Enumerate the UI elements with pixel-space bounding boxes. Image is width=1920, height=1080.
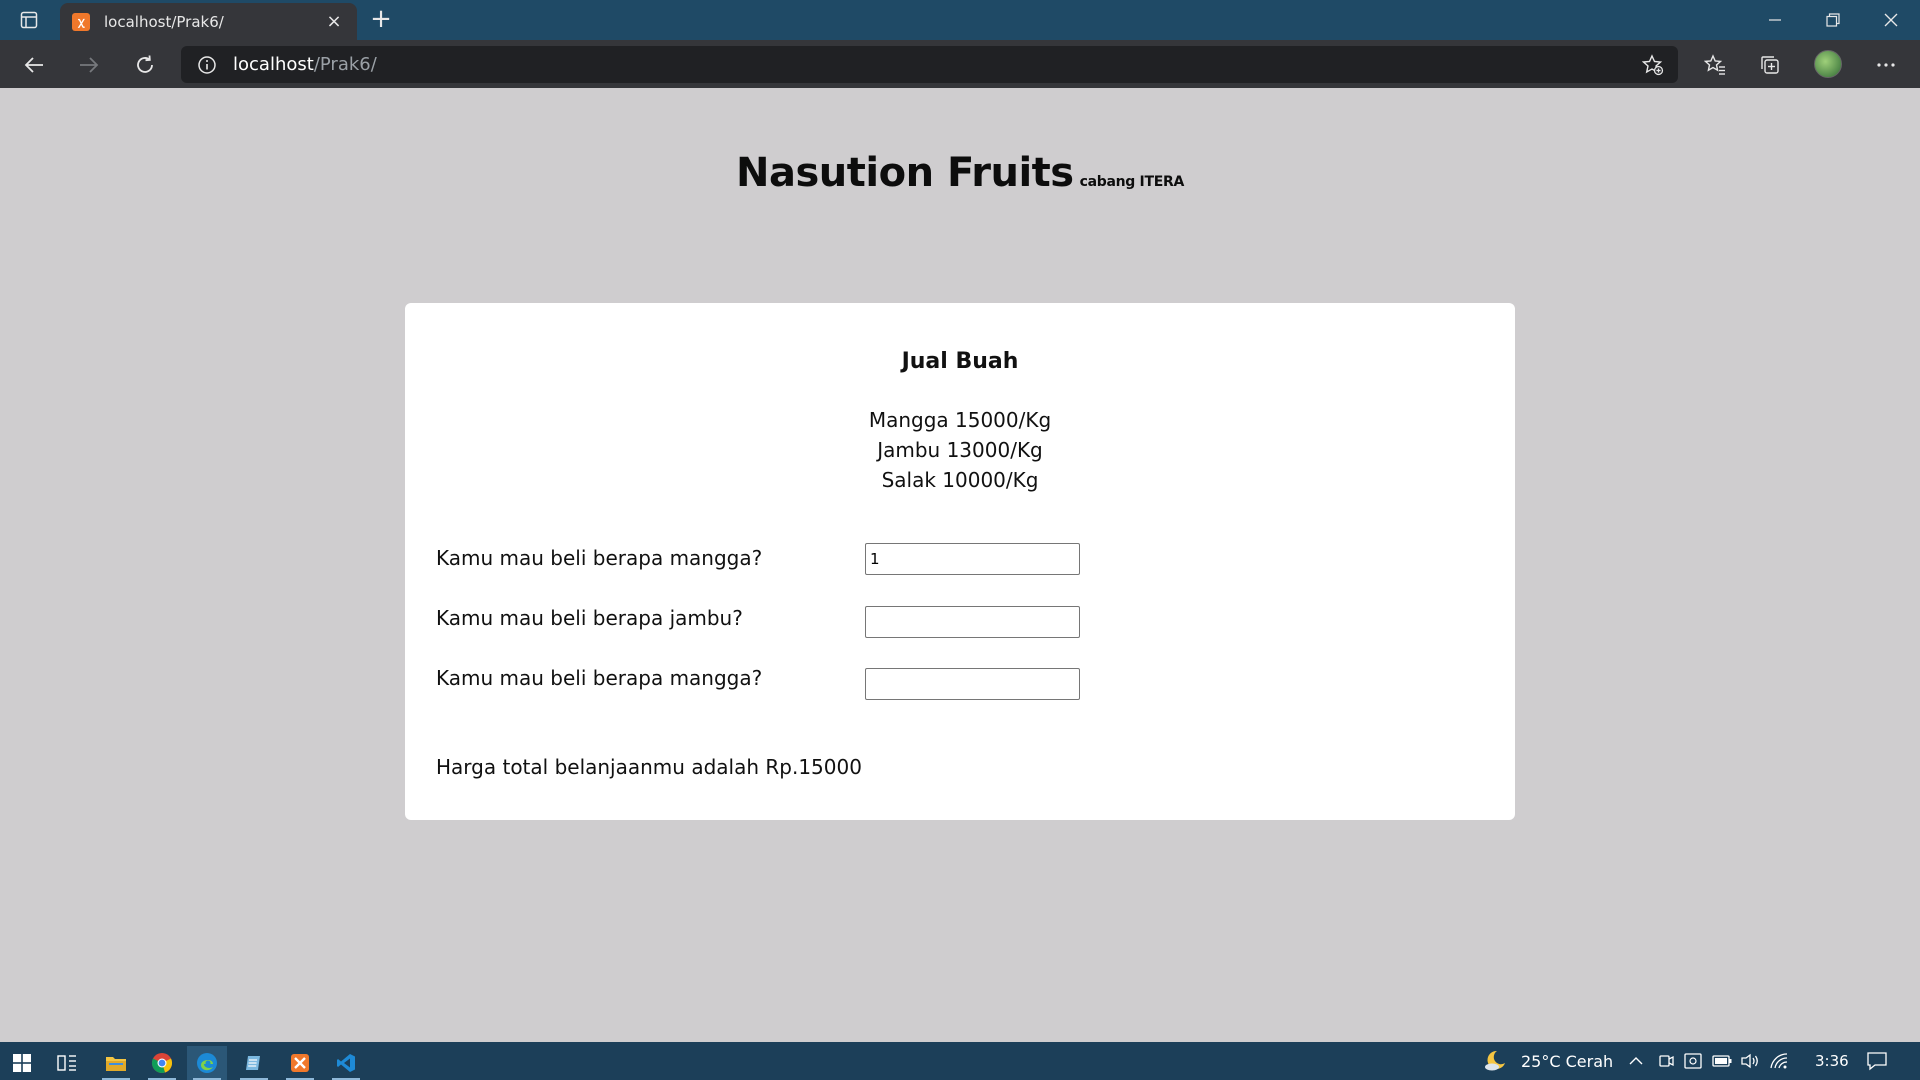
price-item-jambu: Jambu 13000/Kg bbox=[877, 438, 1043, 462]
fruit-order-card: Jual Buah Mangga 15000/Kg Jambu 13000/Kg… bbox=[405, 303, 1515, 820]
xampp-favicon-icon: ꭓ bbox=[72, 12, 90, 31]
folder-icon bbox=[106, 1057, 126, 1071]
collections-icon bbox=[1761, 56, 1779, 74]
display-icon[interactable] bbox=[1684, 1053, 1702, 1069]
collections-button[interactable] bbox=[1754, 49, 1786, 81]
jambu-qty-label: Kamu mau beli berapa jambu? bbox=[436, 606, 743, 630]
start-button[interactable] bbox=[2, 1046, 42, 1080]
back-button[interactable] bbox=[18, 49, 50, 81]
weather-text: 25°C Cerah bbox=[1521, 1051, 1614, 1071]
volume-icon[interactable] bbox=[1740, 1053, 1760, 1069]
clock-time: 3:36 bbox=[1815, 1052, 1849, 1070]
price-list: Mangga 15000/Kg Jambu 13000/Kg Salak 100… bbox=[405, 405, 1515, 495]
refresh-icon bbox=[137, 55, 153, 73]
info-icon[interactable] bbox=[195, 53, 219, 77]
restore-button[interactable] bbox=[1804, 0, 1862, 40]
more-dots-icon bbox=[1877, 63, 1895, 67]
notification-icon bbox=[1867, 1052, 1887, 1071]
weather-widget[interactable]: 25°C Cerah bbox=[1483, 1042, 1613, 1080]
clock[interactable]: 3:36 bbox=[1815, 1042, 1849, 1080]
taskbar-edge[interactable] bbox=[187, 1046, 227, 1080]
wifi-icon[interactable] bbox=[1770, 1053, 1788, 1069]
browser-toolbar: localhost/Prak6/ bbox=[0, 40, 1920, 88]
add-favorite-button[interactable] bbox=[1640, 52, 1666, 78]
notepad-icon bbox=[246, 1056, 260, 1070]
mangga-qty-input[interactable] bbox=[865, 543, 1080, 575]
tab-bar: ꭓ localhost/Prak6/ × + bbox=[0, 0, 1920, 40]
salak-qty-input[interactable] bbox=[865, 668, 1080, 700]
close-icon bbox=[1884, 13, 1898, 27]
restore-icon bbox=[1826, 13, 1840, 27]
windows-logo-icon bbox=[13, 1054, 31, 1072]
star-add-icon bbox=[1642, 54, 1664, 76]
address-bar[interactable]: localhost/Prak6/ bbox=[181, 46, 1678, 83]
taskbar-chrome[interactable] bbox=[142, 1046, 182, 1080]
taskbar-xampp[interactable] bbox=[280, 1046, 320, 1080]
salak-qty-label: Kamu mau beli berapa mangga? bbox=[436, 666, 763, 690]
browser-tab[interactable]: ꭓ localhost/Prak6/ × bbox=[60, 3, 357, 40]
arrow-left-icon bbox=[24, 57, 43, 73]
xampp-icon bbox=[291, 1054, 309, 1072]
new-tab-button[interactable]: + bbox=[366, 6, 396, 34]
taskbar-file-explorer[interactable] bbox=[96, 1046, 136, 1080]
minimize-icon bbox=[1769, 19, 1781, 21]
page-title: Nasution Fruits bbox=[736, 150, 1074, 196]
windows-taskbar: 25°C Cerah 3:36 bbox=[0, 1042, 1920, 1080]
battery-icon[interactable] bbox=[1712, 1054, 1732, 1068]
total-price-text: Harga total belanjaanmu adalah Rp.15000 bbox=[436, 755, 862, 779]
task-view-button[interactable] bbox=[47, 1046, 87, 1080]
mangga-qty-label: Kamu mau beli berapa mangga? bbox=[436, 546, 763, 570]
close-window-button[interactable] bbox=[1862, 0, 1920, 40]
price-item-mangga: Mangga 15000/Kg bbox=[868, 408, 1052, 432]
favorites-icon bbox=[1704, 54, 1725, 75]
url-host: localhost bbox=[233, 54, 314, 75]
tab-title: localhost/Prak6/ bbox=[104, 12, 224, 31]
card-title: Jual Buah bbox=[901, 349, 1019, 374]
tab-close-icon[interactable]: × bbox=[323, 11, 345, 32]
vscode-icon bbox=[337, 1054, 355, 1072]
task-view-icon bbox=[57, 1055, 76, 1071]
moon-cloud-icon bbox=[1485, 1050, 1505, 1071]
edge-icon bbox=[197, 1053, 217, 1073]
settings-menu-button[interactable] bbox=[1870, 49, 1902, 81]
system-tray bbox=[1628, 1042, 1788, 1080]
favorites-button[interactable] bbox=[1699, 49, 1731, 81]
jambu-qty-input[interactable] bbox=[865, 606, 1080, 638]
window-controls bbox=[1746, 0, 1920, 40]
chevron-up-icon[interactable] bbox=[1628, 1053, 1644, 1069]
chrome-icon bbox=[151, 1053, 173, 1073]
profile-avatar[interactable] bbox=[1814, 50, 1842, 78]
minimize-button[interactable] bbox=[1746, 0, 1804, 40]
page-header: Nasution Fruits cabang ITERA bbox=[0, 150, 1920, 196]
url-path: /Prak6/ bbox=[313, 54, 377, 75]
url-text[interactable]: localhost/Prak6/ bbox=[233, 54, 377, 75]
tab-actions-icon bbox=[20, 11, 38, 29]
tab-actions-button[interactable] bbox=[14, 8, 44, 32]
notification-center-button[interactable] bbox=[1866, 1042, 1888, 1080]
forward-button[interactable] bbox=[73, 49, 105, 81]
arrow-right-icon bbox=[80, 57, 99, 73]
price-item-salak: Salak 10000/Kg bbox=[881, 468, 1039, 492]
taskbar-notepad[interactable] bbox=[234, 1046, 274, 1080]
page-subtitle: cabang ITERA bbox=[1079, 174, 1185, 190]
taskbar-vscode[interactable] bbox=[326, 1046, 366, 1080]
refresh-button[interactable] bbox=[129, 49, 161, 81]
meet-now-icon[interactable] bbox=[1658, 1053, 1674, 1069]
